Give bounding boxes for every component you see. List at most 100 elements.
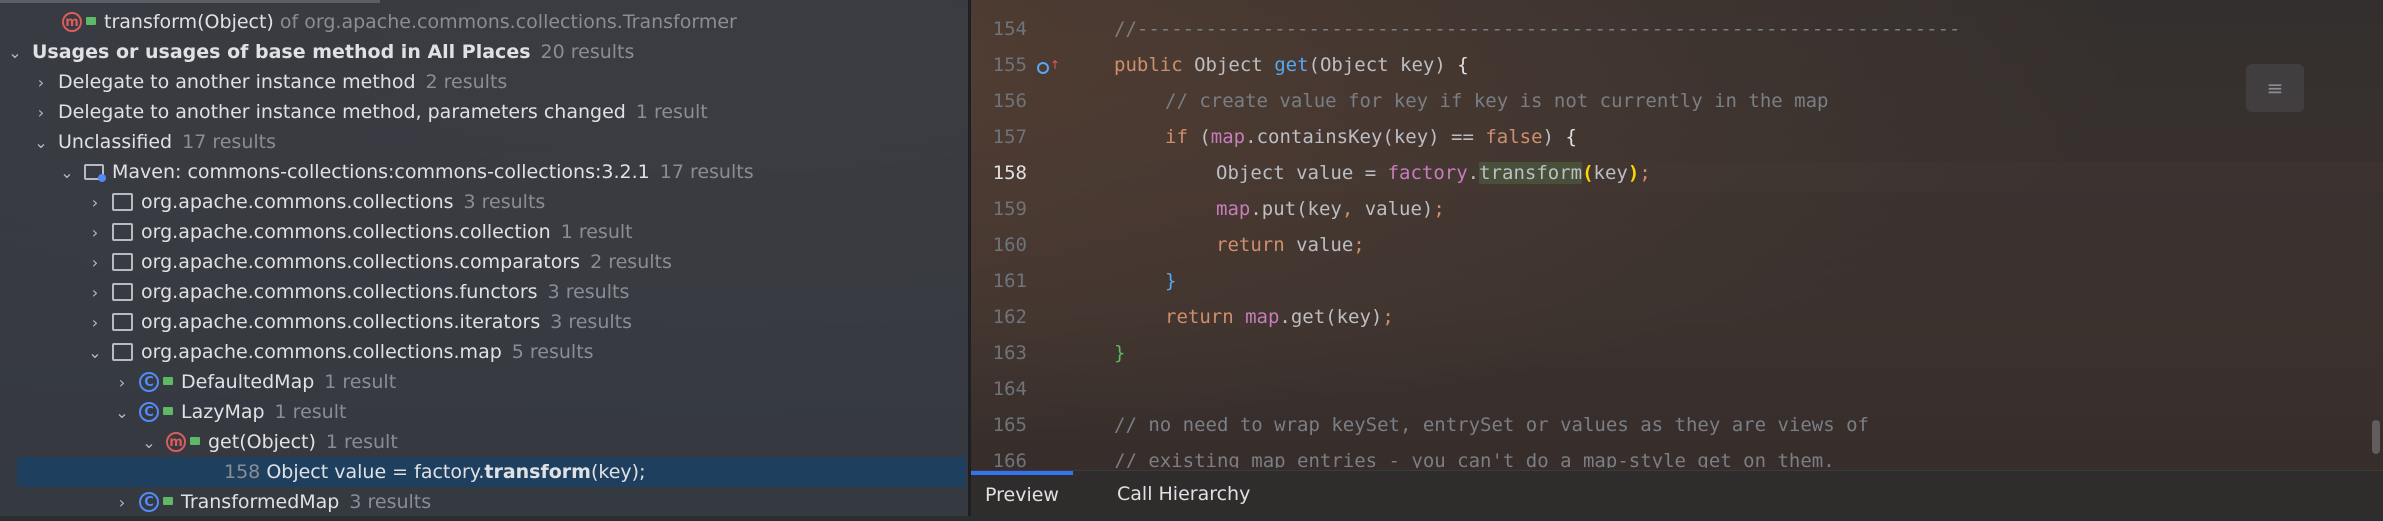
line-number: 160 bbox=[992, 234, 1027, 256]
chevron-down-icon[interactable]: ⌄ bbox=[6, 38, 24, 68]
package-count: 3 results bbox=[547, 281, 630, 303]
chevron-right-icon[interactable]: › bbox=[32, 98, 50, 128]
chevron-right-icon[interactable]: › bbox=[86, 248, 104, 278]
class-count: 3 results bbox=[349, 491, 432, 513]
package-icon bbox=[112, 252, 133, 271]
tree-delegate-group[interactable]: › Delegate to another instance method 2 re… bbox=[32, 67, 508, 98]
usages-tree-panel[interactable]: m transform(Object) of org.apache.commons… bbox=[0, 0, 968, 516]
code-line-157[interactable]: if (map.containsKey(key) == false) { bbox=[1165, 126, 1577, 148]
lock-icon bbox=[190, 436, 200, 445]
tree-maven-library[interactable]: ⌄ Maven: commons-collections:commons-coll… bbox=[58, 157, 753, 188]
tree-package[interactable]: › org.apache.commons.collections.comparat… bbox=[86, 247, 672, 277]
chevron-down-icon[interactable]: ⌄ bbox=[140, 428, 158, 458]
line-number: 163 bbox=[992, 342, 1027, 364]
tree-usages-group[interactable]: ⌄ Usages or usages of base method in All … bbox=[6, 37, 634, 67]
class-icon: C bbox=[139, 491, 159, 512]
type-name: Object bbox=[1194, 54, 1263, 76]
usage-code-match: transform bbox=[484, 461, 591, 483]
code-line-154[interactable]: //--------------------------------------… bbox=[1114, 18, 1960, 40]
code-line-158[interactable]: Object value = factory.transform(key); bbox=[1216, 162, 1651, 184]
code-line-166[interactable]: // existing map entries - you can't do a… bbox=[1114, 450, 1835, 468]
tree-target-method[interactable]: m transform(Object) of org.apache.commons… bbox=[62, 7, 737, 37]
tree-usage-line[interactable]: 158 Object value = factory.transform(key… bbox=[224, 457, 645, 487]
tree-class-defaultedmap[interactable]: › C DefaultedMap 1 result bbox=[113, 367, 396, 397]
tree-delegate-params-group[interactable]: › Delegate to another instance method, pa… bbox=[32, 97, 708, 127]
lock-icon bbox=[86, 16, 96, 25]
brace: { bbox=[1565, 126, 1577, 148]
semicolon: ; bbox=[1382, 306, 1394, 328]
code-line-163[interactable]: } bbox=[1114, 342, 1125, 364]
usages-group-count: 20 results bbox=[540, 41, 635, 63]
chevron-down-icon[interactable]: ⌄ bbox=[86, 338, 104, 368]
tree-package[interactable]: › org.apache.commons.collections 3 results bbox=[86, 187, 546, 218]
package-label: org.apache.commons.collections.comparato… bbox=[141, 251, 581, 273]
tree-package[interactable]: › org.apache.commons.collections.iterator… bbox=[86, 307, 632, 337]
line-number: 155 bbox=[992, 54, 1027, 76]
bottom-tab-bar: Preview Call Hierarchy bbox=[971, 470, 2383, 517]
package-count: 3 results bbox=[550, 311, 632, 333]
package-count: 3 results bbox=[463, 191, 546, 213]
code-line-159[interactable]: map.put(key, value); bbox=[1216, 198, 1445, 220]
maven-label: Maven: commons-collections:commons-colle… bbox=[112, 161, 650, 183]
line-number: 161 bbox=[992, 270, 1027, 292]
semicolon: ; bbox=[1353, 234, 1365, 256]
paren-match: ) bbox=[1627, 162, 1640, 184]
field: factory bbox=[1387, 162, 1468, 184]
code-line-161[interactable]: } bbox=[1165, 270, 1176, 292]
override-gutter-icon[interactable] bbox=[1037, 62, 1049, 74]
tree-package[interactable]: › org.apache.commons.collections.collecti… bbox=[86, 217, 633, 247]
method-icon: m bbox=[62, 11, 82, 32]
chevron-right-icon[interactable]: › bbox=[86, 188, 104, 218]
class-count: 1 result bbox=[274, 401, 347, 423]
line-number: 162 bbox=[992, 306, 1027, 328]
usages-group-label: Usages or usages of base method in All P… bbox=[32, 41, 531, 63]
tree-class-transformedmap[interactable]: › C TransformedMap 3 results bbox=[113, 487, 431, 516]
dot: . bbox=[1467, 162, 1480, 184]
package-icon bbox=[112, 222, 133, 241]
paren: ) bbox=[1542, 126, 1554, 148]
code-line-165[interactable]: // no need to wrap keySet, entrySet or v… bbox=[1114, 414, 1869, 436]
field: map bbox=[1216, 198, 1251, 220]
package-label: org.apache.commons.collections.collectio… bbox=[141, 221, 551, 243]
chevron-right-icon[interactable]: › bbox=[86, 278, 104, 308]
code-line-156[interactable]: // create value for key if key is not cu… bbox=[1165, 90, 1828, 112]
method-count: 1 result bbox=[325, 431, 398, 453]
chevron-right-icon[interactable]: › bbox=[113, 488, 131, 516]
panel-top-bar bbox=[0, 0, 380, 3]
tree-method-get[interactable]: ⌄ m get(Object) 1 result bbox=[140, 427, 398, 457]
tree-package[interactable]: › org.apache.commons.collections.functors… bbox=[86, 277, 630, 308]
expression: .containsKey(key) == bbox=[1245, 126, 1486, 148]
soft-wrap-button[interactable]: ≡ bbox=[2246, 64, 2304, 112]
chevron-down-icon[interactable]: ⌄ bbox=[113, 398, 131, 428]
editor-scrollbar[interactable] bbox=[2372, 420, 2380, 454]
usage-highlight: transform bbox=[1479, 162, 1583, 184]
chevron-down-icon[interactable]: ⌄ bbox=[58, 158, 76, 188]
tab-preview[interactable]: Preview bbox=[971, 471, 1073, 521]
delegate-count: 2 results bbox=[425, 71, 508, 93]
code-line-160[interactable]: return value; bbox=[1216, 234, 1365, 256]
chevron-right-icon[interactable]: › bbox=[32, 68, 50, 98]
code-line-155[interactable]: public Object get(Object key) { bbox=[1114, 54, 1469, 76]
code-preview-editor[interactable]: ↑ 154 155 156 157 158 159 160 161 162 16… bbox=[971, 0, 2383, 472]
chevron-right-icon[interactable]: › bbox=[86, 218, 104, 248]
parameters: (Object key) bbox=[1308, 54, 1446, 76]
code-line-162[interactable]: return map.get(key); bbox=[1165, 306, 1394, 328]
tab-call-hierarchy[interactable]: Call Hierarchy bbox=[1103, 471, 1264, 517]
field: map bbox=[1245, 306, 1280, 328]
maven-library-icon bbox=[84, 163, 106, 182]
chevron-down-icon[interactable]: ⌄ bbox=[32, 128, 50, 158]
chevron-right-icon[interactable]: › bbox=[113, 368, 131, 398]
line-number-current: 158 bbox=[992, 162, 1027, 184]
chevron-right-icon[interactable]: › bbox=[86, 308, 104, 338]
expression: value bbox=[1284, 234, 1354, 256]
package-count: 5 results bbox=[511, 341, 594, 363]
tree-class-lazymap[interactable]: ⌄ C LazyMap 1 result bbox=[113, 397, 346, 427]
tree-package[interactable]: ⌄ org.apache.commons.collections.map 5 res… bbox=[86, 337, 594, 368]
tree-unclassified-group[interactable]: ⌄ Unclassified 17 results bbox=[32, 127, 276, 157]
lock-icon bbox=[163, 496, 173, 505]
package-icon bbox=[112, 312, 133, 331]
line-number: 166 bbox=[992, 450, 1027, 472]
field: map bbox=[1210, 126, 1246, 148]
implements-arrow-icon: ↑ bbox=[1050, 58, 1061, 72]
package-icon bbox=[112, 342, 133, 361]
